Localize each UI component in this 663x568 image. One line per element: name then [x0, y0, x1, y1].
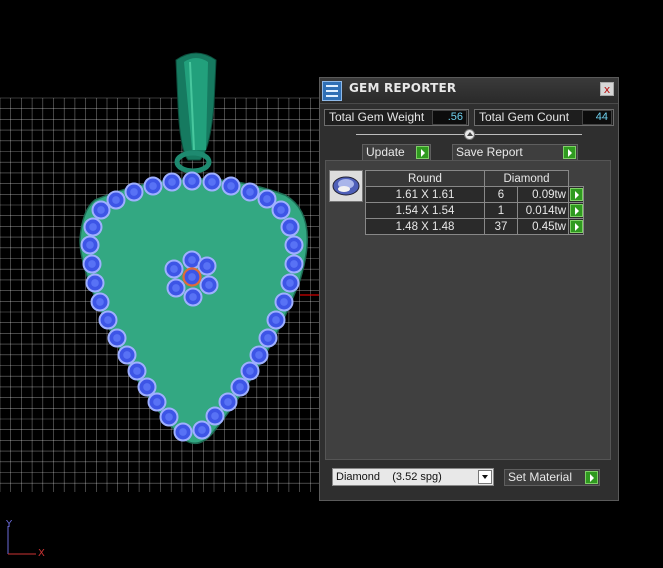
gem-report-table: Round Diamond 1.61 X 1.61 6 0.09tw 1.54 …: [365, 170, 584, 235]
total-gem-count-label: Total Gem Count: [479, 110, 570, 124]
chevron-down-icon: [478, 470, 492, 484]
gem-facet: [227, 182, 235, 190]
gem-facet: [264, 334, 272, 342]
gem-facet: [172, 284, 180, 292]
gem-facet: [168, 178, 176, 186]
set-material-button[interactable]: Set Material: [504, 469, 600, 486]
gem-facet: [205, 281, 213, 289]
play-arrow-icon: [570, 220, 583, 233]
slider-handle[interactable]: [464, 129, 475, 140]
play-arrow-icon: [563, 146, 576, 159]
gem-facet: [165, 413, 173, 421]
gem-facet: [86, 241, 94, 249]
total-gem-weight-value: .56: [432, 110, 467, 125]
row-select-button[interactable]: [568, 218, 584, 235]
total-gem-weight-label: Total Gem Weight: [329, 110, 425, 124]
gem-facet: [208, 178, 216, 186]
gem-facet: [143, 383, 151, 391]
gem-facet: [130, 188, 138, 196]
material-dropdown[interactable]: Diamond (3.52 spg): [332, 468, 494, 486]
save-report-button-label: Save Report: [456, 145, 523, 159]
gem-facet: [104, 316, 112, 324]
gem-facet: [236, 383, 244, 391]
gem-count-cell: 37: [484, 218, 518, 235]
gem-facet: [189, 293, 197, 301]
app-logo-icon: [322, 81, 342, 101]
gem-facet: [123, 351, 131, 359]
close-button[interactable]: x: [600, 82, 614, 96]
gem-facet: [286, 223, 294, 231]
gem-facet: [88, 260, 96, 268]
gem-facet: [203, 262, 211, 270]
gem-facet: [113, 334, 121, 342]
panel-titlebar[interactable]: GEM REPORTER x: [320, 78, 618, 104]
gem-facet: [91, 279, 99, 287]
gem-facet: [188, 177, 196, 185]
gem-weight-cell: 0.09tw: [517, 186, 569, 203]
gem-facet: [149, 182, 157, 190]
play-arrow-icon: [585, 471, 598, 484]
gem-facet: [198, 426, 206, 434]
gem-facet: [277, 206, 285, 214]
update-button[interactable]: Update: [362, 144, 431, 161]
gem-facet: [153, 398, 161, 406]
update-button-label: Update: [366, 145, 405, 159]
pendant-bail[interactable]: [174, 52, 217, 174]
save-report-button[interactable]: Save Report: [452, 144, 578, 161]
gem-facet: [188, 273, 196, 281]
gem-count-cell: 6: [484, 186, 518, 203]
total-gem-weight-field: Total Gem Weight .56: [324, 109, 469, 126]
play-arrow-icon: [416, 146, 429, 159]
gem-facet: [286, 279, 294, 287]
gem-facet: [188, 256, 196, 264]
gem-size-cell: 1.61 X 1.61: [365, 186, 485, 203]
table-row[interactable]: 1.48 X 1.48 37 0.45tw: [365, 218, 584, 235]
gem-facet: [290, 260, 298, 268]
table-row[interactable]: 1.61 X 1.61 6 0.09tw: [365, 186, 584, 203]
gem-facet: [211, 412, 219, 420]
table-row[interactable]: 1.54 X 1.54 1 0.014tw: [365, 202, 584, 219]
column-header-shape: Round: [365, 170, 485, 187]
gem-facet: [224, 398, 232, 406]
total-gem-count-field: Total Gem Count 44: [474, 109, 614, 126]
material-dropdown-value: Diamond (3.52 spg): [336, 471, 442, 483]
table-header-row: Round Diamond: [365, 170, 584, 187]
row-select-button[interactable]: [568, 202, 584, 219]
gem-facet: [272, 316, 280, 324]
gem-size-cell: 1.48 X 1.48: [365, 218, 485, 235]
gem-facet: [263, 195, 271, 203]
gem-facet: [89, 223, 97, 231]
gem-weight-cell: 0.45tw: [517, 218, 569, 235]
gem-facet: [246, 367, 254, 375]
set-material-button-label: Set Material: [508, 470, 573, 484]
gem-facet: [246, 188, 254, 196]
gem-facet: [133, 367, 141, 375]
gem-facet: [170, 265, 178, 273]
gem-facet: [280, 298, 288, 306]
play-arrow-icon: [570, 204, 583, 217]
gem-facet: [179, 428, 187, 436]
gem-reporter-panel: GEM REPORTER x Total Gem Weight .56 Tota…: [319, 77, 619, 501]
gem-facet: [112, 196, 120, 204]
gem-facet: [97, 206, 105, 214]
row-select-button[interactable]: [568, 186, 584, 203]
gem-facet: [96, 298, 104, 306]
round-gem-icon: [329, 170, 363, 202]
gem-size-cell: 1.54 X 1.54: [365, 202, 485, 219]
gem-facet: [255, 351, 263, 359]
total-gem-count-value: 44: [582, 110, 612, 125]
gem-count-cell: 1: [484, 202, 518, 219]
gem-weight-cell: 0.014tw: [517, 202, 569, 219]
panel-title: GEM REPORTER: [349, 81, 457, 95]
column-header-material: Diamond: [484, 170, 569, 187]
axis-gizmo: [7, 526, 36, 555]
play-arrow-icon: [570, 188, 583, 201]
gem-facet: [290, 241, 298, 249]
